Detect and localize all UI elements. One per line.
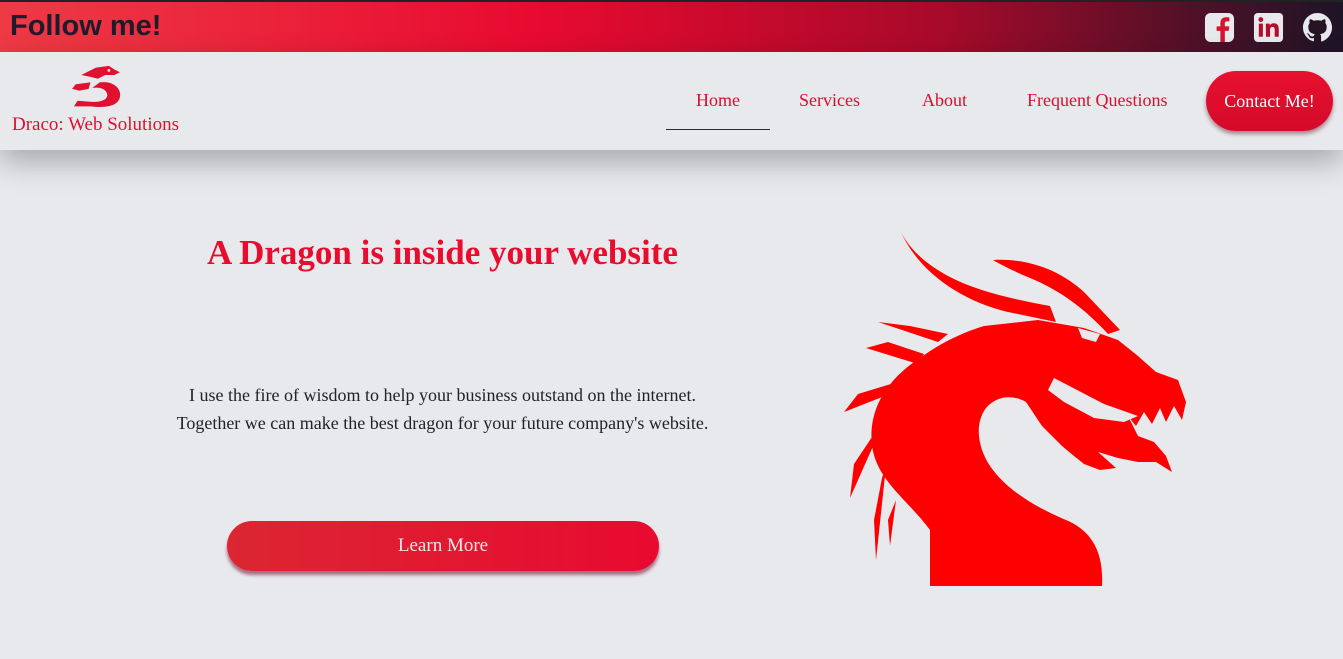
follow-title: Follow me! — [10, 10, 162, 42]
linkedin-icon[interactable] — [1253, 12, 1284, 43]
main-navbar: Draco: Web Solutions Home Services About… — [0, 52, 1343, 150]
facebook-icon[interactable] — [1204, 12, 1235, 43]
contact-me-button[interactable]: Contact Me! — [1206, 71, 1333, 131]
follow-bar: Follow me! — [0, 0, 1343, 52]
github-icon[interactable] — [1302, 12, 1333, 43]
dragon-logo-icon — [71, 65, 120, 107]
dragon-head-icon — [844, 232, 1186, 586]
hero-description: I use the fire of wisdom to help your bu… — [110, 381, 775, 437]
hero-text-line-1: I use the fire of wisdom to help your bu… — [189, 385, 696, 405]
brand-name: Draco: Web Solutions — [12, 114, 179, 135]
nav-frequent-questions[interactable]: Frequent Questions — [1027, 90, 1167, 111]
hero-text-line-2: Together we can make the best dragon for… — [176, 413, 709, 433]
brand-logo[interactable]: Draco: Web Solutions — [8, 64, 183, 136]
nav-home[interactable]: Home — [666, 90, 770, 130]
nav-about[interactable]: About — [922, 90, 967, 111]
hero-title: A Dragon is inside your website — [207, 233, 678, 272]
learn-more-button[interactable]: Learn More — [227, 521, 659, 571]
nav-services[interactable]: Services — [799, 90, 860, 111]
social-links — [1204, 12, 1333, 43]
